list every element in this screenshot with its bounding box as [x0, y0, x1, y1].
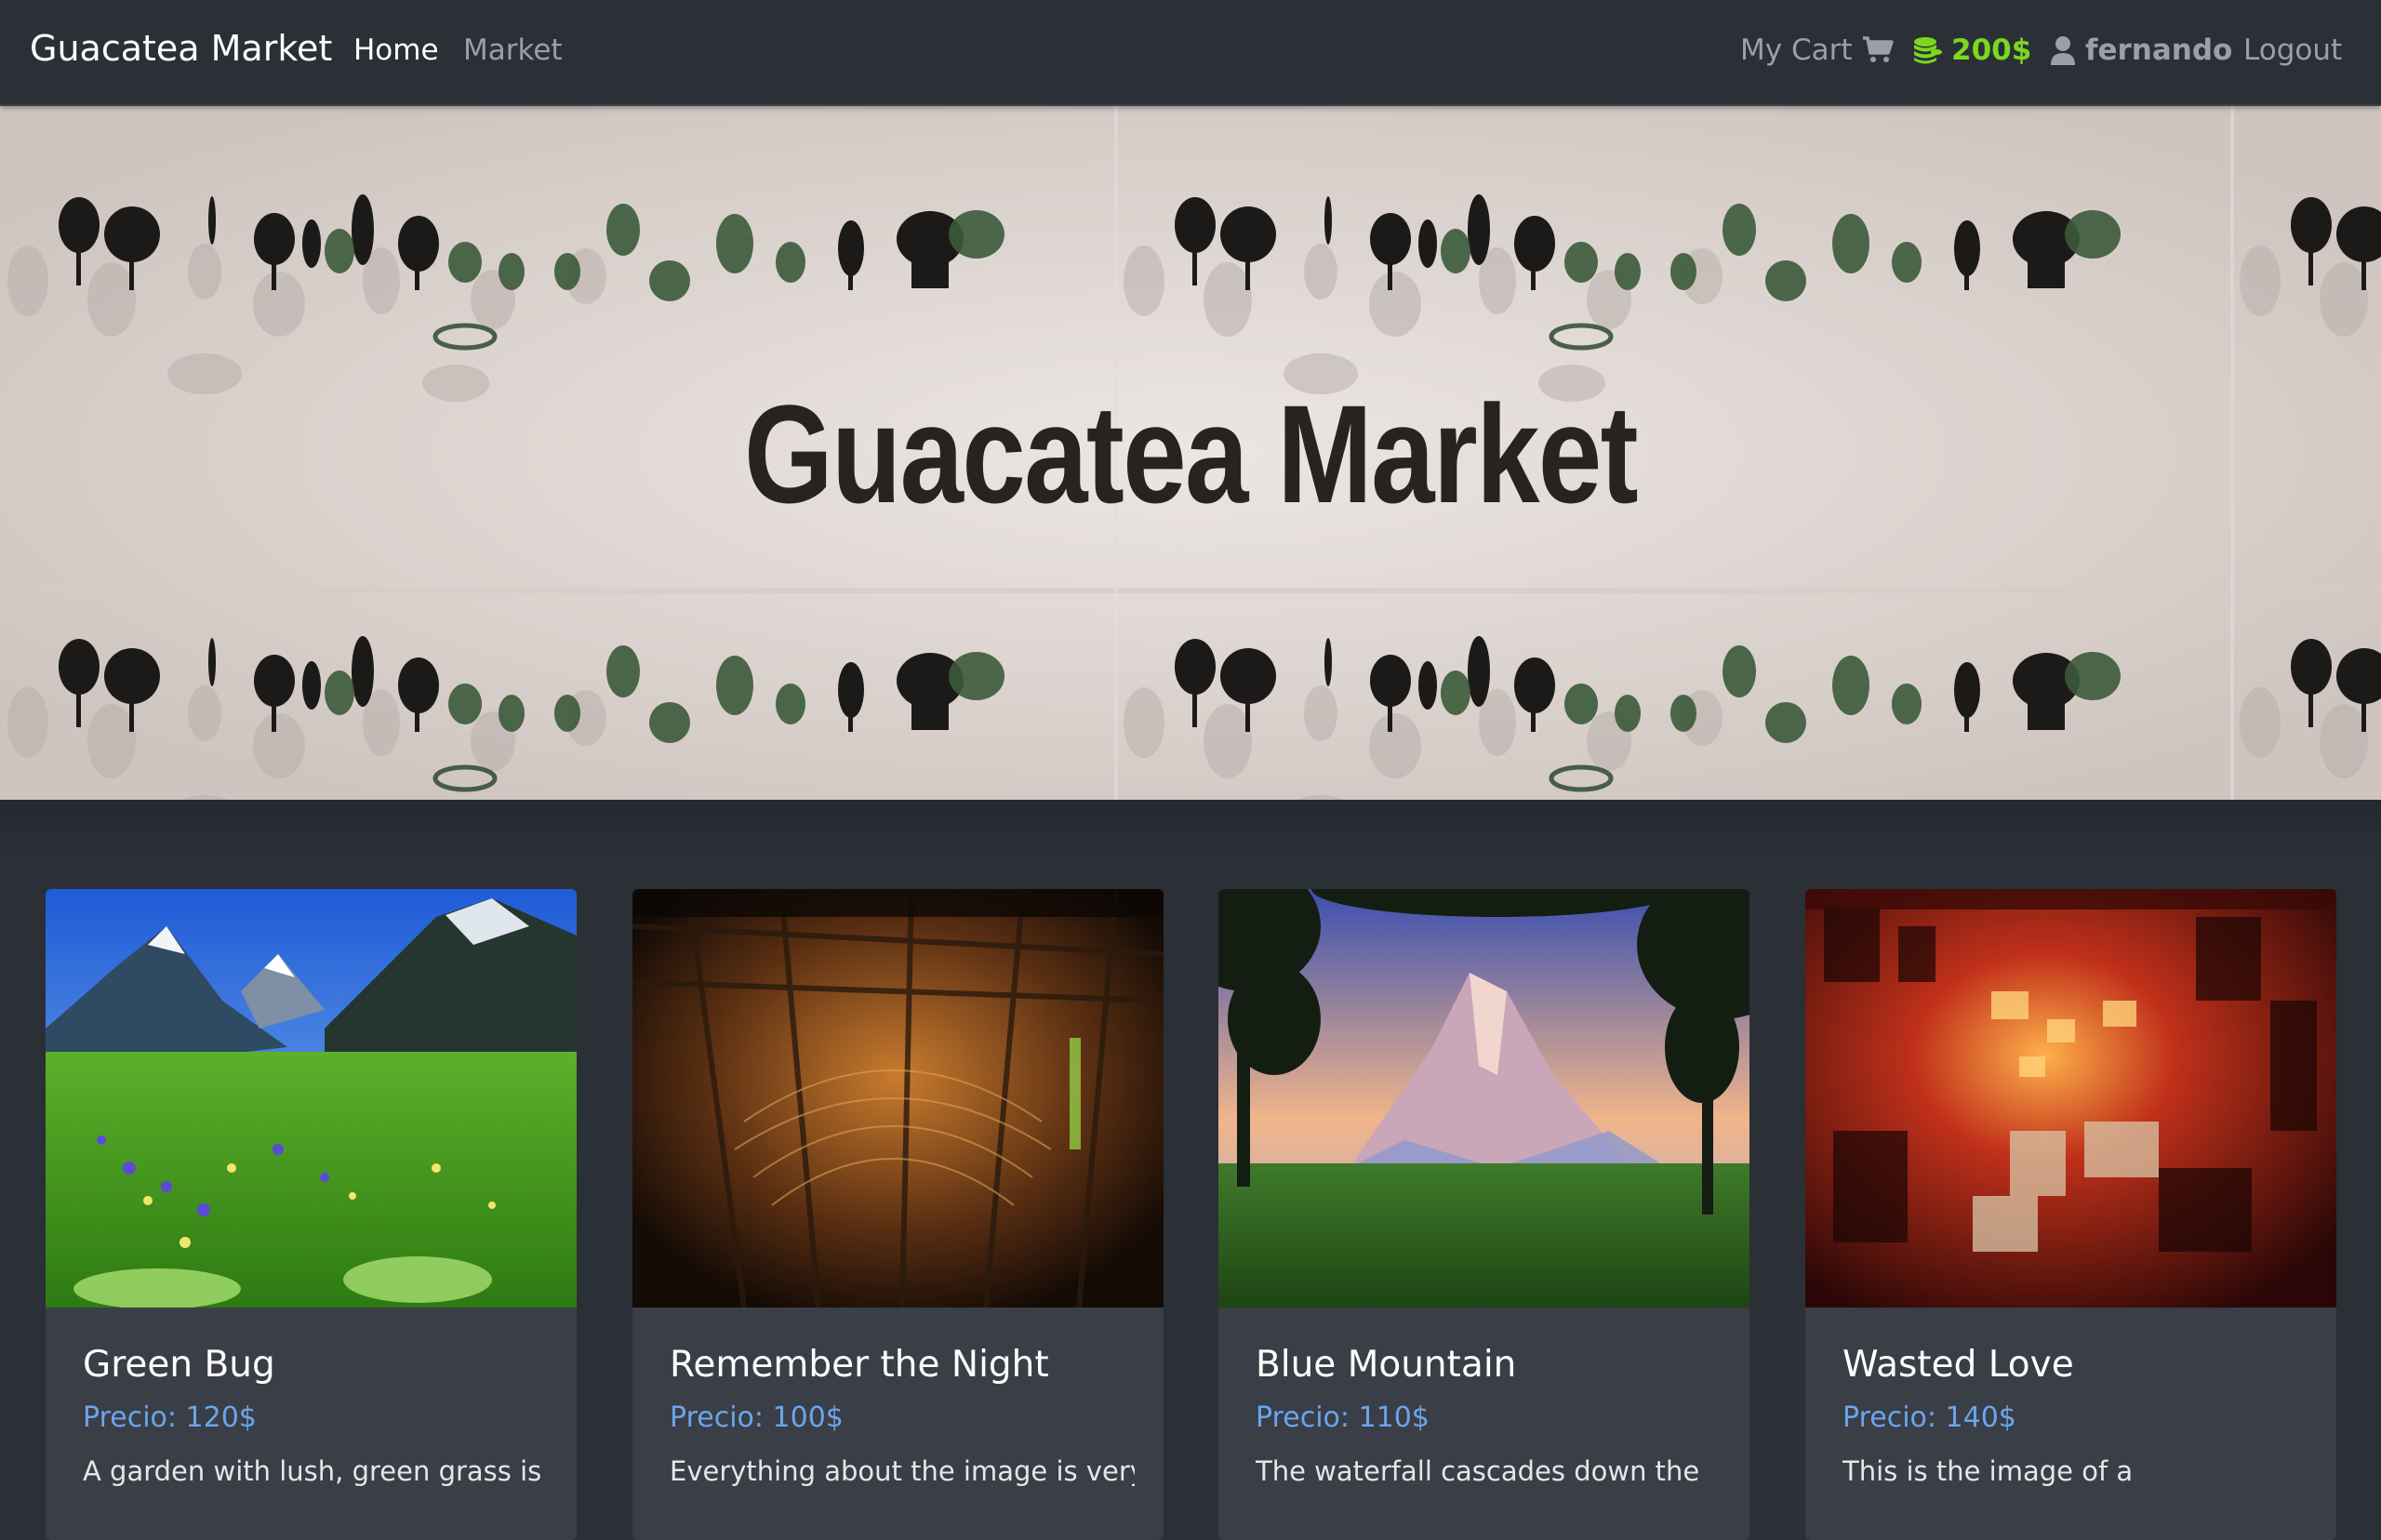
nav-home-link[interactable]: Home [353, 33, 439, 67]
my-cart-link[interactable]: My Cart [1740, 33, 1894, 67]
balance-display: 200$ [1912, 33, 2031, 67]
product-description: The waterfall cascades down the [1256, 1455, 1700, 1487]
product-image [46, 889, 577, 1308]
product-title[interactable]: Blue Mountain [1256, 1344, 1516, 1386]
cart-icon [1862, 36, 1894, 64]
hero-title: Guacatea Market [744, 376, 1639, 532]
product-title[interactable]: Green Bug [83, 1344, 275, 1386]
product-price: Precio: 120$ [83, 1401, 257, 1434]
top-navbar: Guacatea Market Home Market My Cart 200$ [0, 0, 2381, 106]
product-price: Precio: 110$ [1256, 1401, 1430, 1434]
username-label: fernando [2085, 33, 2233, 67]
product-description: This is the image of a [1842, 1455, 2134, 1487]
product-image [1805, 889, 2336, 1308]
coins-icon [1912, 35, 1942, 65]
product-price: Precio: 100$ [670, 1401, 844, 1434]
user-profile-link[interactable]: fernando [2050, 33, 2232, 67]
product-description: Everything about the image is very [670, 1455, 1135, 1487]
nav-market-link[interactable]: Market [463, 33, 563, 67]
product-grid: Green Bug Precio: 120$ A garden with lus… [0, 800, 2381, 1540]
product-card[interactable]: Remember the Night Precio: 100$ Everythi… [632, 889, 1164, 1540]
user-icon [2050, 35, 2076, 65]
my-cart-label: My Cart [1740, 33, 1853, 67]
balance-amount: 200$ [1951, 33, 2032, 67]
product-description: A garden with lush, green grass is [83, 1455, 542, 1487]
product-title[interactable]: Wasted Love [1842, 1344, 2074, 1386]
product-card[interactable]: Blue Mountain Precio: 110$ The waterfall… [1218, 889, 1749, 1540]
product-image [1218, 889, 1749, 1308]
product-image [632, 889, 1164, 1308]
product-price: Precio: 140$ [1842, 1401, 2016, 1434]
logout-link[interactable]: Logout [2243, 33, 2342, 67]
brand-link[interactable]: Guacatea Market [30, 28, 332, 69]
hero-banner: Guacatea Market [0, 104, 2381, 800]
product-card[interactable]: Wasted Love Precio: 140$ This is the ima… [1805, 889, 2336, 1540]
product-title[interactable]: Remember the Night [670, 1344, 1049, 1386]
product-card[interactable]: Green Bug Precio: 120$ A garden with lus… [46, 889, 577, 1540]
